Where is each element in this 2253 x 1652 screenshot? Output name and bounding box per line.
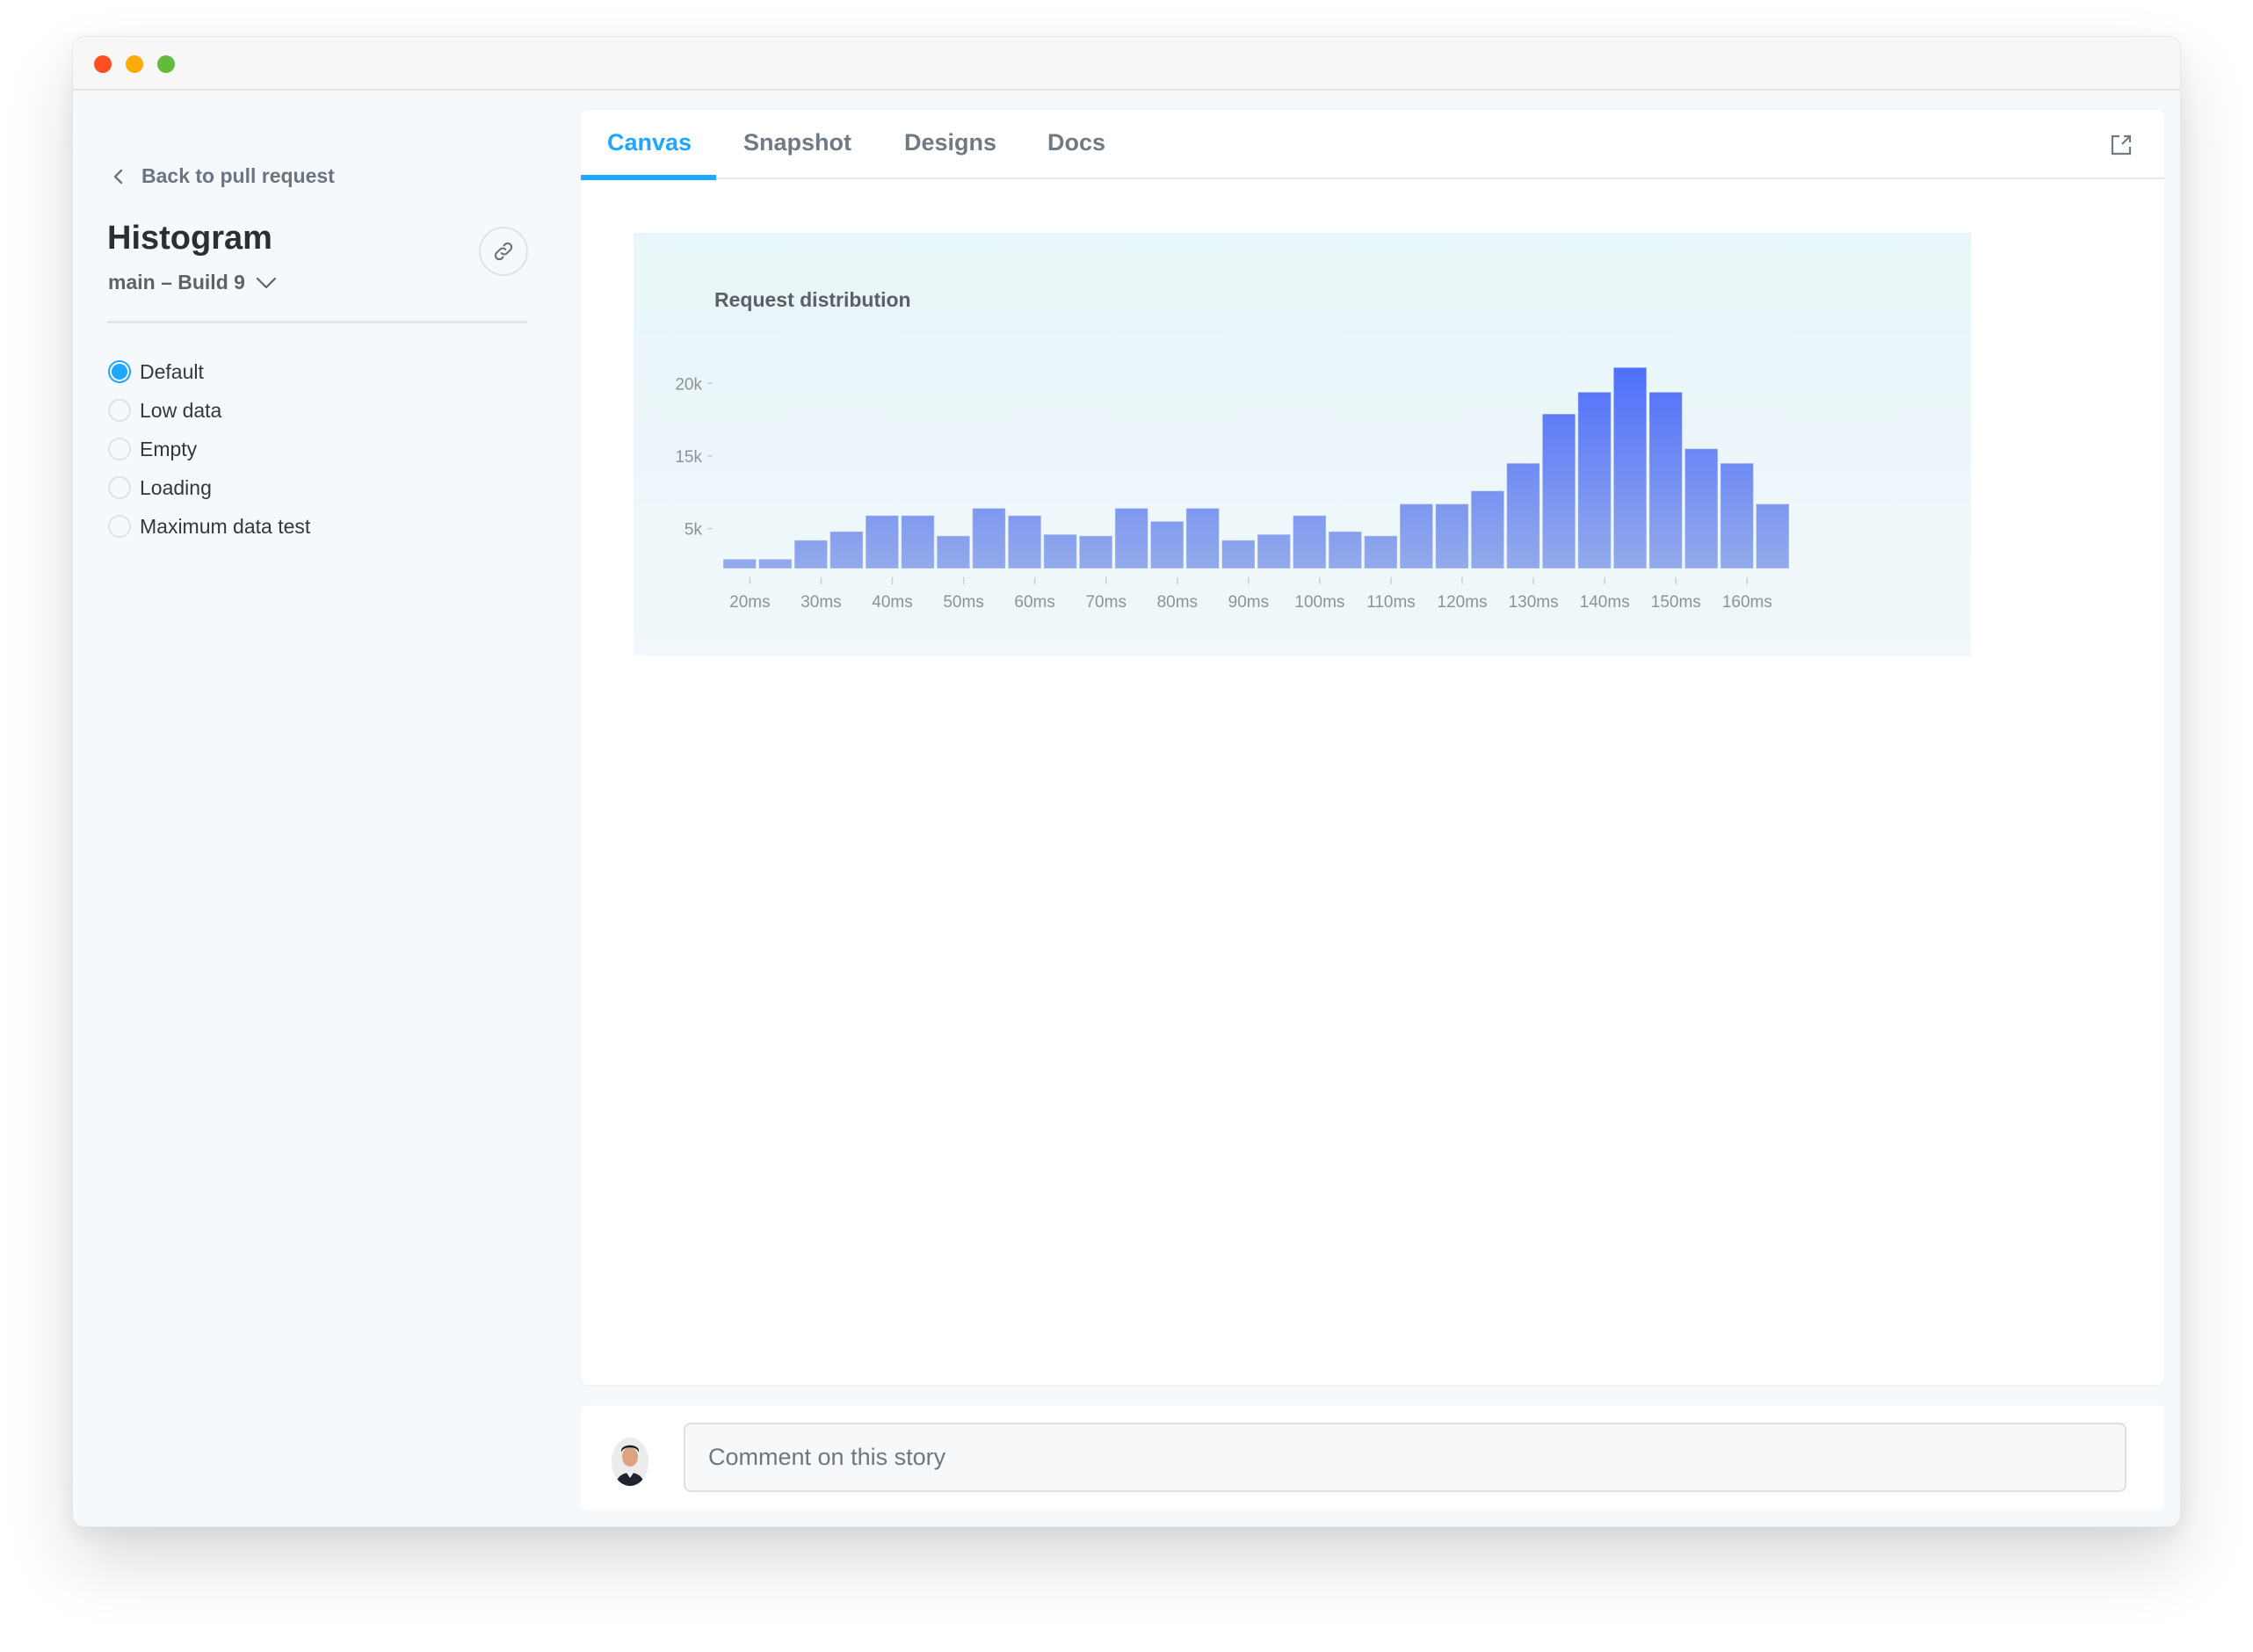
x-tick-label: 30ms bbox=[801, 593, 841, 612]
sidebar-divider bbox=[107, 321, 527, 323]
tab-snapshot[interactable]: Snapshot bbox=[743, 129, 851, 156]
comment-panel bbox=[581, 1405, 2164, 1511]
chart-title: Request distribution bbox=[714, 288, 911, 311]
x-tick-label: 110ms bbox=[1366, 593, 1416, 612]
x-tick-label: 50ms bbox=[943, 593, 983, 612]
histogram-bar bbox=[1684, 448, 1719, 569]
radio-icon[interactable] bbox=[108, 438, 131, 460]
x-tick-label: 130ms bbox=[1509, 593, 1559, 612]
comment-input[interactable] bbox=[684, 1423, 2126, 1492]
histogram-svg: Request distribution 20k 15k 5k 20ms 30ms 40… bbox=[675, 288, 1790, 612]
chevron-left-icon bbox=[113, 169, 123, 184]
story-label: Empty bbox=[140, 437, 198, 460]
histogram-bar bbox=[1257, 533, 1291, 569]
build-selector[interactable]: main – Build 9 bbox=[108, 271, 277, 294]
back-link-label: Back to pull request bbox=[141, 164, 335, 187]
histogram-bar bbox=[1221, 540, 1256, 569]
component-title: Histogram bbox=[107, 220, 272, 257]
story-canvas-panel: Canvas Snapshot Designs Docs Request dis… bbox=[581, 110, 2164, 1385]
histogram-bar bbox=[901, 515, 935, 569]
histogram-bar bbox=[1399, 504, 1434, 569]
x-tick-label: 160ms bbox=[1722, 593, 1772, 612]
histogram-bar bbox=[1185, 507, 1220, 569]
x-tick-label: 100ms bbox=[1294, 593, 1344, 612]
x-tick-label: 80ms bbox=[1157, 593, 1198, 612]
histogram-bar bbox=[793, 540, 829, 569]
radio-icon[interactable] bbox=[108, 476, 131, 499]
close-window-button[interactable] bbox=[94, 55, 112, 73]
minimize-window-button[interactable] bbox=[126, 55, 143, 73]
histogram-chart: Request distribution 20k 15k 5k 20ms 30ms 40… bbox=[634, 233, 1971, 656]
view-tabs: Canvas Snapshot Designs Docs bbox=[581, 110, 2164, 180]
story-option-maximum-data-test[interactable]: Maximum data test bbox=[108, 507, 310, 546]
story-label: Default bbox=[140, 359, 204, 383]
bars bbox=[722, 366, 1790, 569]
story-label: Low data bbox=[140, 398, 222, 422]
y-tick-label: 5k bbox=[685, 521, 703, 540]
y-tick-label: 15k bbox=[675, 448, 702, 467]
histogram-bar bbox=[1007, 515, 1042, 569]
build-selector-label: main – Build 9 bbox=[108, 271, 245, 293]
histogram-bar bbox=[865, 515, 900, 569]
histogram-bar bbox=[1293, 515, 1327, 569]
x-tick-label: 20ms bbox=[729, 593, 770, 612]
x-tick-label: 70ms bbox=[1085, 593, 1126, 612]
app-window: Back to pull request Histogram main – Bu… bbox=[72, 36, 2181, 1527]
title-bar bbox=[73, 37, 2180, 91]
y-axis: 20k 15k 5k bbox=[675, 375, 713, 540]
histogram-bar bbox=[1756, 504, 1790, 569]
story-option-low-data[interactable]: Low data bbox=[108, 391, 310, 430]
radio-icon[interactable] bbox=[108, 515, 131, 538]
histogram-bar bbox=[936, 535, 971, 569]
histogram-bar bbox=[1506, 462, 1540, 569]
histogram-bar bbox=[1435, 504, 1469, 569]
histogram-bar bbox=[758, 558, 793, 569]
story-option-empty[interactable]: Empty bbox=[108, 430, 310, 468]
active-tab-indicator bbox=[581, 175, 716, 180]
histogram-bar bbox=[1114, 507, 1148, 569]
histogram-bar bbox=[1648, 391, 1683, 569]
chevron-down-icon bbox=[256, 277, 277, 288]
x-tick-label: 120ms bbox=[1438, 593, 1488, 612]
user-avatar bbox=[612, 1438, 648, 1486]
tab-canvas[interactable]: Canvas bbox=[607, 129, 692, 156]
tab-designs[interactable]: Designs bbox=[904, 129, 996, 156]
histogram-bar bbox=[1541, 413, 1576, 569]
histogram-bar bbox=[1720, 462, 1754, 569]
histogram-bar bbox=[722, 558, 757, 569]
copy-link-button[interactable] bbox=[479, 227, 528, 276]
tab-docs[interactable]: Docs bbox=[1047, 129, 1105, 156]
back-to-pull-request-link[interactable]: Back to pull request bbox=[112, 164, 335, 188]
x-tick-label: 150ms bbox=[1651, 593, 1701, 612]
story-option-loading[interactable]: Loading bbox=[108, 468, 310, 507]
story-label: Maximum data test bbox=[140, 514, 311, 538]
x-tick-label: 90ms bbox=[1228, 593, 1269, 612]
histogram-bar bbox=[1612, 366, 1648, 569]
avatar-image bbox=[612, 1438, 648, 1486]
histogram-bar bbox=[1149, 520, 1184, 569]
x-tick-label: 140ms bbox=[1580, 593, 1630, 612]
x-axis: 20ms 30ms 40ms 50ms 60ms 70ms 80ms 90ms 100ms 110… bbox=[729, 577, 1772, 612]
story-option-default[interactable]: Default bbox=[108, 352, 310, 391]
histogram-bar bbox=[972, 507, 1006, 569]
link-icon bbox=[494, 242, 513, 261]
sidebar: Back to pull request Histogram main – Bu… bbox=[73, 92, 581, 1526]
external-link-icon[interactable] bbox=[2110, 134, 2133, 156]
histogram-bar bbox=[1328, 531, 1363, 569]
radio-icon[interactable] bbox=[108, 399, 131, 422]
y-tick-label: 20k bbox=[675, 375, 702, 394]
story-list: Default Low data Empty Loading Maximum d… bbox=[108, 352, 310, 546]
histogram-bar bbox=[829, 531, 864, 569]
histogram-bar bbox=[1078, 535, 1113, 569]
zoom-window-button[interactable] bbox=[157, 55, 175, 73]
x-tick-label: 60ms bbox=[1014, 593, 1054, 612]
story-label: Loading bbox=[140, 475, 212, 499]
x-tick-label: 40ms bbox=[872, 593, 912, 612]
histogram-bar bbox=[1470, 490, 1505, 569]
radio-selected-icon[interactable] bbox=[108, 360, 131, 383]
histogram-bar bbox=[1364, 535, 1398, 569]
histogram-bar bbox=[1043, 533, 1077, 569]
histogram-bar bbox=[1577, 391, 1612, 569]
